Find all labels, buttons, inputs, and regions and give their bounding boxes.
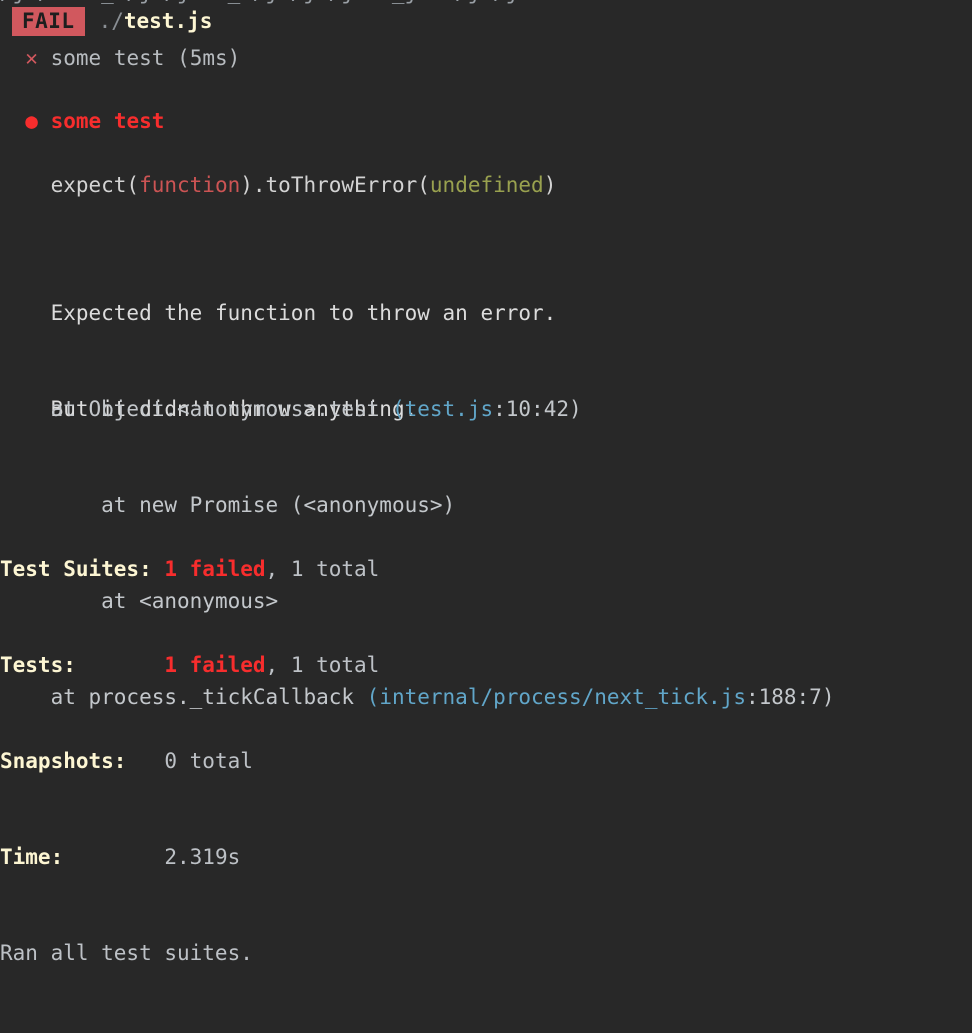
failure-title-spacer <box>38 109 51 133</box>
test-file-path: ./test.js <box>99 5 213 37</box>
summary-block: Test Suites: 1 failed, 1 total Tests: 1 … <box>0 489 379 1033</box>
path-prefix: ./ <box>98 9 124 33</box>
terminal-window: /js/test_1/js/jest_2/js/js/jest_jest/js/… <box>0 0 972 965</box>
path-filename: test.js <box>123 9 213 33</box>
code-argument-token: function <box>139 173 241 197</box>
summary-row-tests: Tests: 1 failed, 1 total <box>0 649 379 681</box>
status-badge: FAIL <box>12 6 85 36</box>
summary-pad <box>63 845 164 869</box>
summary-row-time: Time: 2.319s <box>0 841 379 873</box>
summary-failed-count: 1 failed <box>164 653 266 677</box>
stack-file-link[interactable]: test.js <box>405 397 494 421</box>
test-duration: (5ms) <box>177 46 241 70</box>
failure-title: some test <box>50 109 165 133</box>
code-close-token: ) <box>543 173 557 197</box>
test-indent <box>0 46 25 70</box>
summary-value: 0 total <box>164 749 253 773</box>
stack-indent <box>0 397 51 421</box>
summary-label: Snapshots: <box>0 749 127 773</box>
stack-position: :188:7) <box>745 685 835 709</box>
assertion-code-row: expect(function).toThrowError(undefined) <box>0 169 557 201</box>
code-value-token: undefined <box>429 173 544 197</box>
code-expect-token: expect( <box>50 173 140 197</box>
stack-frame-text: at Object.<anonymous>.test <box>50 397 392 421</box>
summary-footer: Ran all test suites. <box>0 941 253 965</box>
summary-pad <box>152 557 165 581</box>
test-name-spacer <box>38 46 51 70</box>
fail-header-row: FAIL ./test.js <box>0 6 212 36</box>
summary-failed-count: 1 failed <box>164 557 266 581</box>
summary-row-test-suites: Test Suites: 1 failed, 1 total <box>0 553 379 585</box>
failure-title-row: ● some test <box>0 105 164 137</box>
stack-file-link[interactable]: internal/process/next_tick.js <box>379 685 746 709</box>
failure-message-line: Expected the function to throw an error. <box>0 297 557 329</box>
test-duration-spacer <box>164 46 177 70</box>
summary-label: Test Suites: <box>0 557 152 581</box>
stack-frame-row: at Object.<anonymous>.test (test.js:10:4… <box>0 393 834 425</box>
bullet-dot-icon: ● <box>25 109 38 133</box>
message-text: Expected the function to throw an error. <box>50 301 557 325</box>
summary-label: Time: <box>0 845 64 869</box>
test-name: some test <box>50 46 165 70</box>
summary-pad <box>126 749 164 773</box>
stack-position: :10:42) <box>493 397 582 421</box>
summary-pad <box>76 653 165 677</box>
test-result-row: ✕ some test (5ms) <box>0 42 240 74</box>
code-matcher-token: ).toThrowError( <box>240 173 430 197</box>
cross-icon: ✕ <box>25 46 38 70</box>
summary-total: , 1 total <box>265 653 380 677</box>
stack-open-paren: ( <box>391 397 405 421</box>
summary-label: Tests: <box>0 653 76 677</box>
failure-indent <box>0 109 25 133</box>
message-indent <box>0 301 51 325</box>
summary-total: , 1 total <box>265 557 380 581</box>
summary-row-snapshots: Snapshots: 0 total <box>0 745 379 777</box>
summary-value: 2.319s <box>164 845 241 869</box>
